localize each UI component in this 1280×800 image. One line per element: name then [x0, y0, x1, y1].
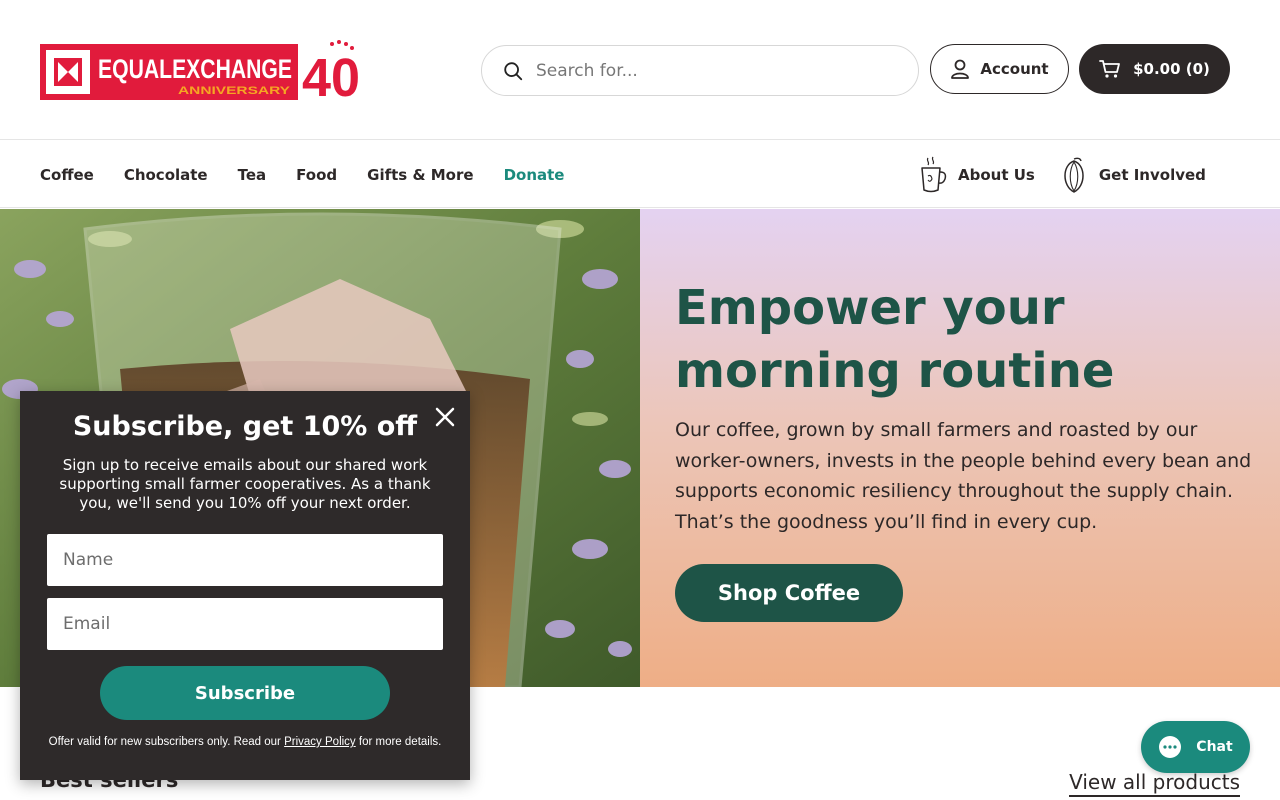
subscribe-button[interactable]: Subscribe	[100, 666, 390, 720]
chat-button[interactable]: Chat	[1141, 721, 1250, 773]
logo-wordmark: EQUALEXCHANGE	[98, 54, 292, 84]
fine-print-suffix: for more details.	[358, 736, 442, 748]
logo-anniversary: ANNIVERSARY	[178, 85, 291, 97]
nav-item-donate[interactable]: Donate	[504, 166, 565, 184]
fine-print-prefix: Offer valid for new subscribers only. Re…	[48, 736, 281, 748]
email-field[interactable]	[47, 598, 443, 650]
logo-40: 40	[302, 48, 360, 100]
user-icon	[951, 59, 970, 79]
cacao-pod-icon	[1064, 157, 1084, 193]
chat-bubble-icon	[1159, 736, 1182, 758]
chat-label: Chat	[1196, 739, 1233, 755]
search-input[interactable]	[536, 60, 896, 81]
nav-item-food[interactable]: Food	[296, 166, 337, 184]
coffee-cup-icon	[921, 156, 947, 192]
nav-item-about-us[interactable]: About Us	[918, 156, 1035, 194]
nav-item-gifts[interactable]: Gifts & More	[367, 166, 473, 184]
nav-item-get-involved[interactable]: Get Involved	[1059, 156, 1206, 194]
popup-description: Sign up to receive emails about our shar…	[59, 456, 431, 512]
hero-panel: Empower your morning routine Our coffee,…	[640, 209, 1280, 687]
nav-item-coffee[interactable]: Coffee	[40, 166, 94, 184]
name-field[interactable]	[47, 534, 443, 586]
popup-title: Subscribe, get 10% off	[72, 411, 418, 442]
get-involved-label: Get Involved	[1098, 165, 1206, 184]
nav-item-chocolate[interactable]: Chocolate	[124, 166, 208, 184]
hero-description: Our coffee, grown by small farmers and r…	[675, 419, 1252, 533]
shop-coffee-button[interactable]: Shop Coffee	[675, 564, 903, 622]
site-header: EQUALEXCHANGE ANNIVERSARY 40 Account $0.…	[0, 0, 1280, 140]
about-us-label: About Us	[958, 165, 1035, 184]
cart-total: $0.00 (0)	[1133, 60, 1210, 78]
hero-title: Empower your morning routine	[675, 280, 1115, 399]
main-navigation: Coffee Chocolate Tea Food Gifts & More D…	[0, 141, 1280, 208]
view-all-products-link[interactable]: View all products	[1069, 769, 1240, 797]
search-bar[interactable]	[481, 45, 919, 96]
cart-button[interactable]: $0.00 (0)	[1079, 44, 1230, 94]
subscribe-popup: Subscribe, get 10% off Sign up to receiv…	[20, 391, 470, 780]
popup-fine-print: Offer valid for new subscribers only. Re…	[20, 736, 470, 748]
privacy-policy-link[interactable]: Privacy Policy	[284, 736, 356, 748]
account-button[interactable]: Account	[930, 44, 1069, 94]
cart-icon	[1099, 60, 1120, 78]
nav-item-tea[interactable]: Tea	[238, 166, 267, 184]
search-icon	[504, 61, 523, 80]
account-label: Account	[980, 60, 1049, 78]
equal-exchange-logo[interactable]: EQUALEXCHANGE ANNIVERSARY 40	[40, 40, 362, 108]
